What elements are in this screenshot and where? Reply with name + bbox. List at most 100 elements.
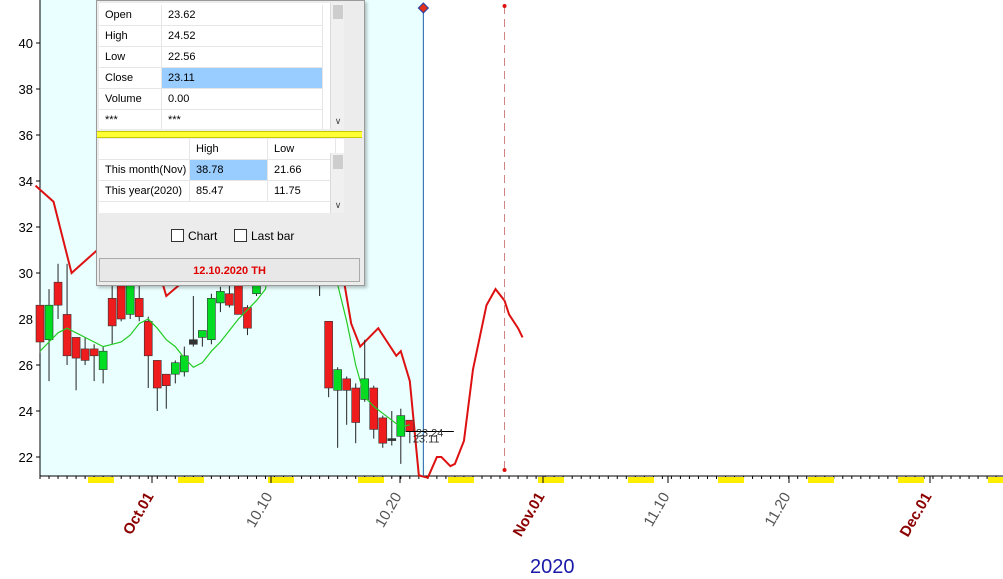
y-tick-label: 34: [19, 174, 33, 189]
range-high: 38.78: [190, 160, 268, 181]
y-tick-label: 40: [19, 36, 33, 51]
weekend-marker: [268, 477, 294, 483]
ohlc-value: 24.52: [162, 26, 323, 47]
range-scrollbar[interactable]: ∨: [330, 153, 344, 213]
ohlc-row-open[interactable]: Open 23.62: [99, 5, 344, 26]
chart-checkbox-label: Chart: [188, 229, 218, 243]
ohlc-label: Open: [99, 5, 162, 26]
future-bar-dot: [502, 4, 507, 8]
ohlc-value: 22.56: [162, 47, 323, 68]
candle-body: [333, 369, 342, 391]
weekend-marker: [178, 477, 204, 483]
candle-body: [225, 293, 234, 306]
candle-body: [342, 378, 351, 391]
candle-body: [107, 297, 117, 327]
scroll-thumb[interactable]: [333, 155, 343, 169]
candle-body: [324, 320, 333, 389]
range-row-year[interactable]: This year(2020) 85.47 11.75: [99, 181, 344, 202]
candle-body: [44, 304, 54, 341]
ohlc-row-close[interactable]: Close 23.11: [99, 68, 344, 89]
weekend-marker: [808, 477, 834, 483]
last-bar-checkbox[interactable]: Last bar: [234, 228, 294, 244]
last-value-label: 23.11: [413, 433, 440, 445]
panel-splitter[interactable]: [97, 131, 362, 138]
candle-body: [351, 387, 361, 423]
range-header-high: High: [190, 139, 268, 160]
range-low: 21.66: [268, 160, 336, 181]
y-tick-label: 36: [19, 128, 33, 143]
checkbox-icon[interactable]: [171, 229, 184, 242]
weekend-marker: [898, 477, 924, 483]
candle-body: [171, 362, 180, 375]
candle-body: [53, 281, 63, 306]
candle-body: [134, 297, 144, 317]
x-axis-title: 2020: [530, 556, 575, 578]
y-tick-label: 26: [19, 358, 33, 373]
date-text: 12.10.2020 TH: [193, 265, 266, 277]
x-tick-label: 10.20: [372, 490, 405, 531]
range-low: 11.75: [268, 181, 336, 202]
ohlc-row-extra[interactable]: *** ***: [99, 110, 344, 129]
ohlc-value: 23.11: [162, 68, 323, 89]
candle-body: [125, 281, 135, 315]
chevron-down-icon[interactable]: ∨: [331, 115, 344, 127]
candle-body: [35, 304, 45, 343]
range-header-row: High Low: [99, 139, 344, 160]
range-header-empty: [99, 139, 190, 160]
date-status-bar: 12.10.2020 TH: [99, 258, 360, 282]
ohlc-value: 23.62: [162, 5, 323, 26]
scroll-thumb[interactable]: [333, 5, 343, 19]
ohlc-label: High: [99, 26, 162, 47]
candle-body: [152, 360, 162, 389]
candle-body: [378, 417, 388, 444]
candle-body: [80, 348, 90, 361]
y-tick-label: 22: [19, 450, 33, 465]
chevron-down-icon[interactable]: ∨: [331, 199, 344, 211]
weekend-marker: [628, 477, 654, 483]
ohlc-label: Volume: [99, 89, 162, 110]
y-tick-label: 28: [19, 312, 33, 327]
weekend-marker: [718, 477, 744, 483]
y-tick-label: 38: [19, 82, 33, 97]
range-high: 85.47: [190, 181, 268, 202]
weekend-marker: [88, 477, 114, 483]
future-bar-dot: [502, 468, 507, 472]
candle-body: [116, 281, 126, 320]
ohlc-row-high[interactable]: High 24.52: [99, 26, 344, 47]
x-tick-label: 11.20: [762, 490, 795, 530]
candle-body: [98, 350, 108, 370]
candle-body: [198, 330, 207, 338]
candle-body: [71, 337, 81, 359]
ohlc-scrollbar[interactable]: ∨: [330, 3, 344, 129]
ohlc-row-volume[interactable]: Volume 0.00: [99, 89, 344, 110]
ohlc-label: Close: [99, 68, 162, 89]
weekend-marker: [988, 477, 1003, 483]
ohlc-label: ***: [99, 110, 162, 129]
candle-body: [189, 339, 198, 345]
ohlc-label: Low: [99, 47, 162, 68]
ohlc-row-low[interactable]: Low 22.56: [99, 47, 344, 68]
candle-body: [207, 297, 216, 340]
range-label: This year(2020): [99, 181, 190, 202]
checkbox-icon[interactable]: [234, 229, 247, 242]
ohlc-grid[interactable]: Open 23.62 High 24.52 Low 22.56 Close 23…: [99, 3, 344, 129]
weekend-marker: [448, 477, 474, 483]
x-tick-label: 10.10: [243, 490, 276, 531]
last-bar-checkbox-label: Last bar: [251, 229, 295, 243]
y-tick-label: 24: [19, 404, 33, 419]
weekend-marker: [538, 477, 564, 483]
x-tick-label: Dec.01: [897, 490, 936, 540]
candle-body: [387, 438, 397, 441]
chart-checkbox[interactable]: Chart: [171, 228, 217, 244]
ohlc-value: ***: [162, 110, 323, 129]
x-tick-label: 11.10: [641, 490, 674, 530]
weekend-marker: [358, 477, 384, 483]
range-grid[interactable]: High Low This month(Nov) 38.78 21.66 Thi…: [99, 139, 344, 213]
range-header-low: Low: [268, 139, 336, 160]
candle-body: [62, 314, 72, 357]
candle-body: [161, 373, 171, 387]
x-tick-label: Oct.01: [120, 490, 158, 538]
ohlc-value: 0.00: [162, 89, 323, 110]
range-row-month[interactable]: This month(Nov) 38.78 21.66: [99, 160, 344, 181]
candle-body: [143, 320, 153, 357]
